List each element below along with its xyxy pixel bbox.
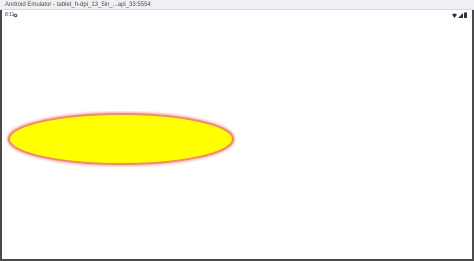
window-title: Android Emulator - tablet_h-dpi_13_5in_.…: [5, 2, 151, 8]
status-icons: [452, 12, 467, 18]
emulator-window: Android Emulator - tablet_h-dpi_13_5in_.…: [0, 0, 474, 261]
status-bar: 8:11: [2, 10, 472, 20]
wifi-icon: [452, 13, 457, 18]
gear-icon: [13, 13, 18, 17]
signal-icon: [458, 12, 463, 18]
battery-icon: [464, 12, 467, 18]
window-titlebar[interactable]: Android Emulator - tablet_h-dpi_13_5in_.…: [0, 0, 474, 10]
device-screen[interactable]: 8:11: [2, 10, 472, 259]
yellow-ellipse[interactable]: [6, 111, 238, 167]
